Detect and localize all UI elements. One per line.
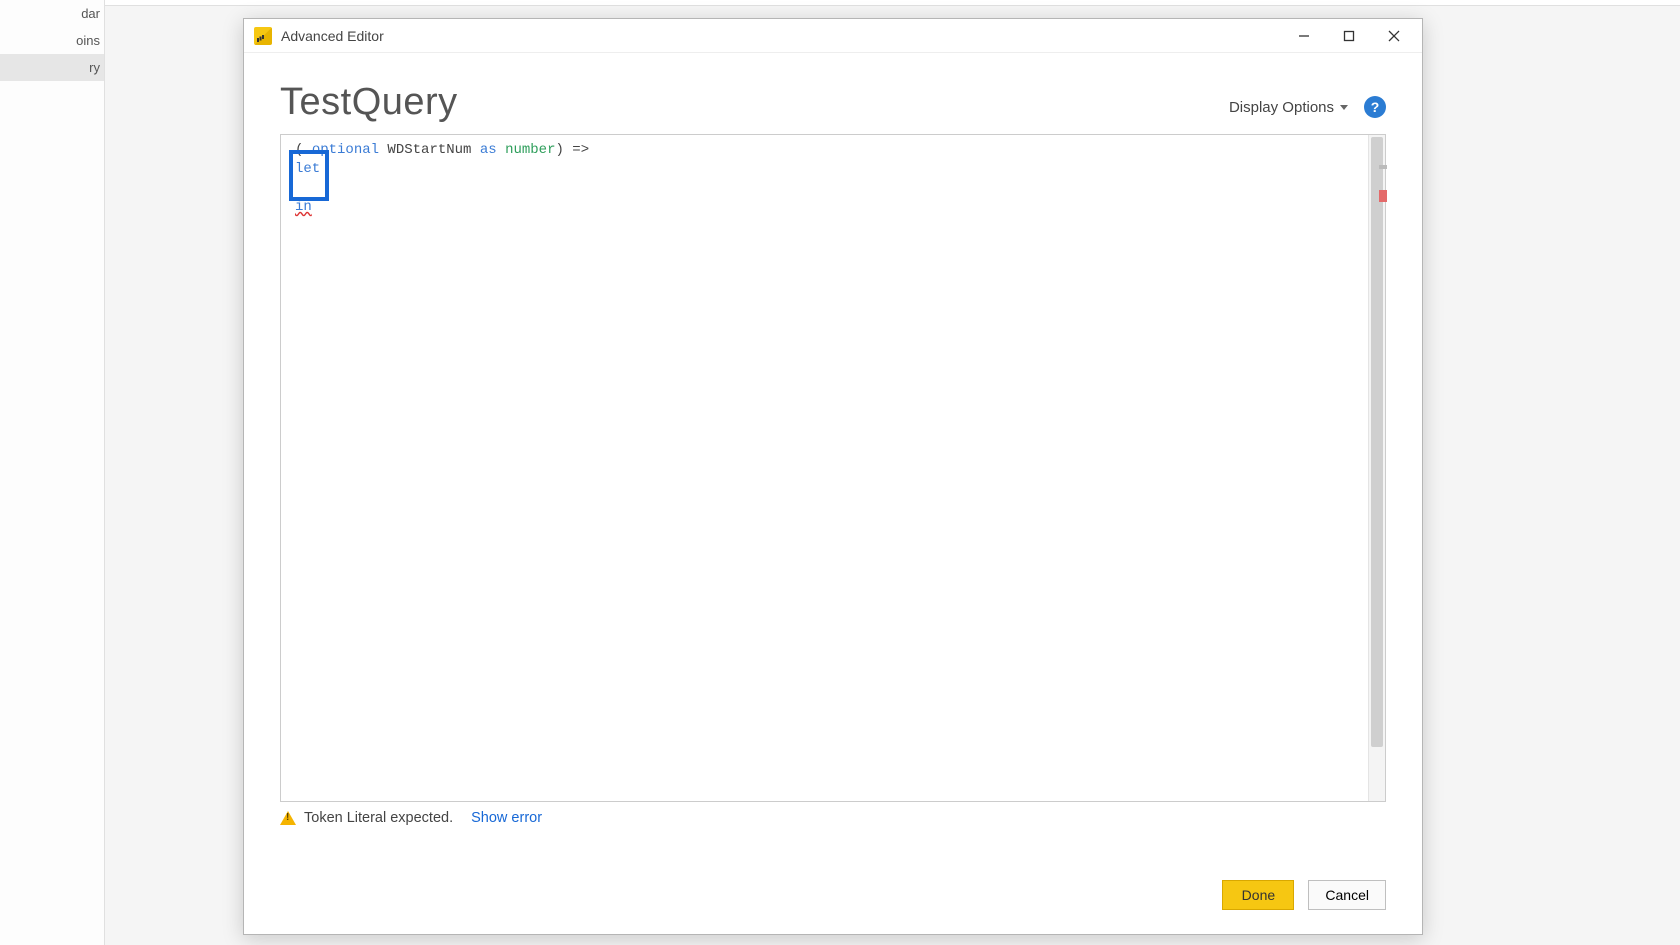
code-keyword: optional xyxy=(312,142,379,158)
titlebar: Advanced Editor xyxy=(244,19,1422,53)
display-options-label: Display Options xyxy=(1229,99,1334,116)
cancel-button[interactable]: Cancel xyxy=(1308,880,1386,910)
code-type: number xyxy=(505,142,555,158)
maximize-button[interactable] xyxy=(1326,21,1371,51)
app-icon xyxy=(254,27,272,45)
query-name: TestQuery xyxy=(280,81,458,124)
code-textarea[interactable]: ( optional WDStartNum as number) => let … xyxy=(281,135,1368,801)
code-token xyxy=(497,142,505,158)
code-keyword-let: let xyxy=(295,161,320,177)
code-editor[interactable]: ( optional WDStartNum as number) => let … xyxy=(280,134,1386,802)
bg-query-item[interactable]: oins xyxy=(0,27,104,54)
warning-icon xyxy=(280,810,296,826)
code-token: ( xyxy=(295,142,312,158)
display-options-dropdown[interactable]: Display Options xyxy=(1229,99,1348,116)
code-token: ) => xyxy=(556,142,590,158)
close-button[interactable] xyxy=(1371,21,1416,51)
overview-marker xyxy=(1379,165,1387,169)
bg-query-item-selected[interactable]: ry xyxy=(0,54,104,81)
advanced-editor-dialog: Advanced Editor TestQuery Display Option… xyxy=(243,18,1423,935)
code-token: WDStartNum xyxy=(379,142,480,158)
vertical-scrollbar[interactable] xyxy=(1368,135,1385,801)
window-title: Advanced Editor xyxy=(281,28,384,44)
chevron-down-icon xyxy=(1340,105,1348,110)
header-row: TestQuery Display Options ? xyxy=(244,53,1422,134)
status-message: Token Literal expected. xyxy=(304,810,453,826)
help-icon[interactable]: ? xyxy=(1364,96,1386,118)
dialog-footer: Done Cancel xyxy=(244,852,1422,934)
code-keyword: as xyxy=(480,142,497,158)
background-query-pane: dar oins ry xyxy=(0,0,105,945)
background-toolbar xyxy=(0,0,1680,6)
minimize-button[interactable] xyxy=(1281,21,1326,51)
status-bar: Token Literal expected. Show error xyxy=(280,810,1386,826)
show-error-link[interactable]: Show error xyxy=(471,810,542,826)
code-keyword-in: in xyxy=(295,199,312,215)
bg-query-item[interactable]: dar xyxy=(0,0,104,27)
display-options-group: Display Options ? xyxy=(1229,96,1386,124)
done-button[interactable]: Done xyxy=(1222,880,1294,910)
error-marker xyxy=(1379,190,1387,202)
scrollbar-thumb[interactable] xyxy=(1371,137,1383,747)
